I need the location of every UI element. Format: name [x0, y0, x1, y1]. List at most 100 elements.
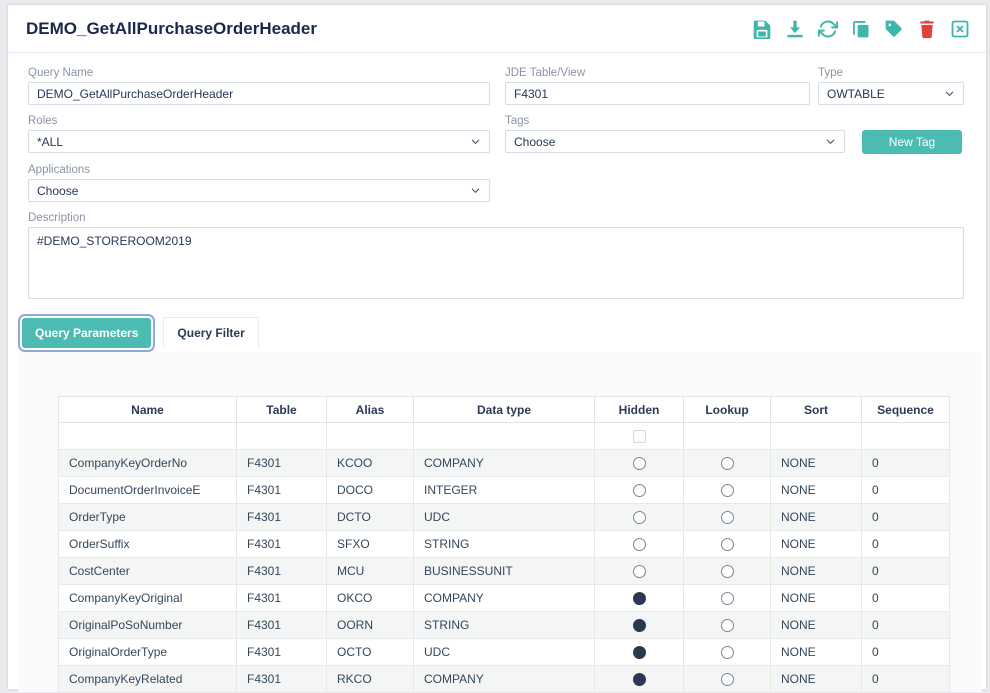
- type-select[interactable]: OWTABLE: [818, 82, 964, 105]
- cell-alias: DCTO: [327, 504, 414, 531]
- lookup-radio[interactable]: [721, 592, 734, 605]
- cell-data-type: UDC: [414, 639, 595, 666]
- lookup-radio[interactable]: [721, 484, 734, 497]
- cell-hidden: [595, 666, 684, 693]
- description-label: Description: [28, 212, 964, 224]
- cell-hidden: [595, 504, 684, 531]
- refresh-icon[interactable]: [818, 19, 838, 39]
- table-body: CompanyKeyOrderNoF4301KCOOCOMPANYNONE0Do…: [59, 423, 950, 693]
- lookup-radio[interactable]: [721, 565, 734, 578]
- page-title: DEMO_GetAllPurchaseOrderHeader: [26, 19, 317, 39]
- cell-name: DocumentOrderInvoiceE: [59, 477, 237, 504]
- cell-data-type: UDC: [414, 504, 595, 531]
- filter-cell-name: [59, 423, 237, 450]
- cell-sequence: 0: [862, 558, 950, 585]
- lookup-radio[interactable]: [721, 457, 734, 470]
- lookup-radio[interactable]: [721, 511, 734, 524]
- description-textarea[interactable]: #DEMO_STOREROOM2019: [28, 227, 964, 299]
- filter-cell-sort: [771, 423, 862, 450]
- copy-icon[interactable]: [851, 19, 871, 39]
- cell-table: F4301: [237, 477, 327, 504]
- chevron-down-icon: [944, 88, 955, 99]
- tab-bar: Query Parameters Query Filter: [22, 317, 986, 348]
- lookup-radio[interactable]: [721, 673, 734, 686]
- cell-sequence: 0: [862, 666, 950, 693]
- hidden-radio[interactable]: [633, 592, 646, 605]
- hidden-radio[interactable]: [633, 538, 646, 551]
- cell-name: OrderType: [59, 504, 237, 531]
- param-row: OrderTypeF4301DCTOUDC NONE0: [59, 504, 950, 531]
- roles-select-value: *ALL: [37, 135, 63, 149]
- cell-alias: DOCO: [327, 477, 414, 504]
- hidden-filter-checkbox[interactable]: [633, 430, 646, 443]
- cell-lookup: [684, 639, 771, 666]
- hidden-radio[interactable]: [633, 619, 646, 632]
- jde-table-input[interactable]: [505, 82, 810, 105]
- tab-content-panel: Name Table Alias Data type Hidden Lookup…: [18, 352, 982, 692]
- cell-data-type: COMPANY: [414, 666, 595, 693]
- cell-table: F4301: [237, 585, 327, 612]
- filter-cell-table: [237, 423, 327, 450]
- cell-sort: NONE: [771, 450, 862, 477]
- column-header-hidden: Hidden: [595, 397, 684, 423]
- save-icon[interactable]: [752, 19, 772, 39]
- cell-hidden: [595, 639, 684, 666]
- filter-cell-alias: [327, 423, 414, 450]
- filter-cell-data-type: [414, 423, 595, 450]
- type-select-value: OWTABLE: [827, 87, 885, 101]
- cell-hidden: [595, 612, 684, 639]
- lookup-radio[interactable]: [721, 538, 734, 551]
- cell-sequence: 0: [862, 585, 950, 612]
- close-icon[interactable]: [950, 19, 970, 39]
- header-toolbar: [752, 19, 970, 39]
- roles-label: Roles: [28, 115, 490, 127]
- column-header-alias: Alias: [327, 397, 414, 423]
- cell-alias: KCOO: [327, 450, 414, 477]
- lookup-radio[interactable]: [721, 619, 734, 632]
- tags-select[interactable]: Choose: [505, 130, 845, 153]
- cell-data-type: STRING: [414, 612, 595, 639]
- applications-label: Applications: [28, 164, 490, 176]
- tab-query-filter[interactable]: Query Filter: [163, 317, 258, 348]
- filter-row: [59, 423, 950, 450]
- cell-data-type: COMPANY: [414, 585, 595, 612]
- parameters-table: Name Table Alias Data type Hidden Lookup…: [58, 396, 950, 693]
- cell-lookup: [684, 531, 771, 558]
- hidden-radio[interactable]: [633, 673, 646, 686]
- cell-hidden: [595, 585, 684, 612]
- hidden-radio[interactable]: [633, 565, 646, 578]
- hidden-radio[interactable]: [633, 457, 646, 470]
- cell-table: F4301: [237, 450, 327, 477]
- param-row: OriginalPoSoNumberF4301OORNSTRINGNONE0: [59, 612, 950, 639]
- cell-alias: RKCO: [327, 666, 414, 693]
- cell-sort: NONE: [771, 531, 862, 558]
- hidden-radio[interactable]: [633, 646, 646, 659]
- cell-sort: NONE: [771, 666, 862, 693]
- applications-select[interactable]: Choose: [28, 179, 490, 202]
- query-editor-window: DEMO_GetAllPurchaseOrderHeader: [8, 5, 986, 689]
- new-tag-button[interactable]: New Tag: [862, 130, 962, 154]
- chevron-down-icon: [825, 136, 836, 147]
- column-header-data-type: Data type: [414, 397, 595, 423]
- cell-name: CompanyKeyOrderNo: [59, 450, 237, 477]
- roles-select[interactable]: *ALL: [28, 130, 490, 153]
- query-form: Query Name JDE Table/View Type OWTABLE R…: [8, 53, 986, 299]
- cell-hidden: [595, 477, 684, 504]
- hidden-radio[interactable]: [633, 484, 646, 497]
- cell-sequence: 0: [862, 450, 950, 477]
- applications-select-value: Choose: [37, 184, 78, 198]
- trash-icon[interactable]: [917, 19, 937, 39]
- cell-sequence: 0: [862, 504, 950, 531]
- cell-hidden: [595, 531, 684, 558]
- cell-sort: NONE: [771, 504, 862, 531]
- param-row: OriginalOrderTypeF4301OCTOUDCNONE0: [59, 639, 950, 666]
- chevron-down-icon: [470, 185, 481, 196]
- tab-query-parameters[interactable]: Query Parameters: [22, 318, 151, 348]
- download-icon[interactable]: [785, 19, 805, 39]
- hidden-radio[interactable]: [633, 511, 646, 524]
- cell-alias: MCU: [327, 558, 414, 585]
- cell-table: F4301: [237, 504, 327, 531]
- query-name-input[interactable]: [28, 82, 490, 105]
- lookup-radio[interactable]: [721, 646, 734, 659]
- tag-icon[interactable]: [884, 19, 904, 39]
